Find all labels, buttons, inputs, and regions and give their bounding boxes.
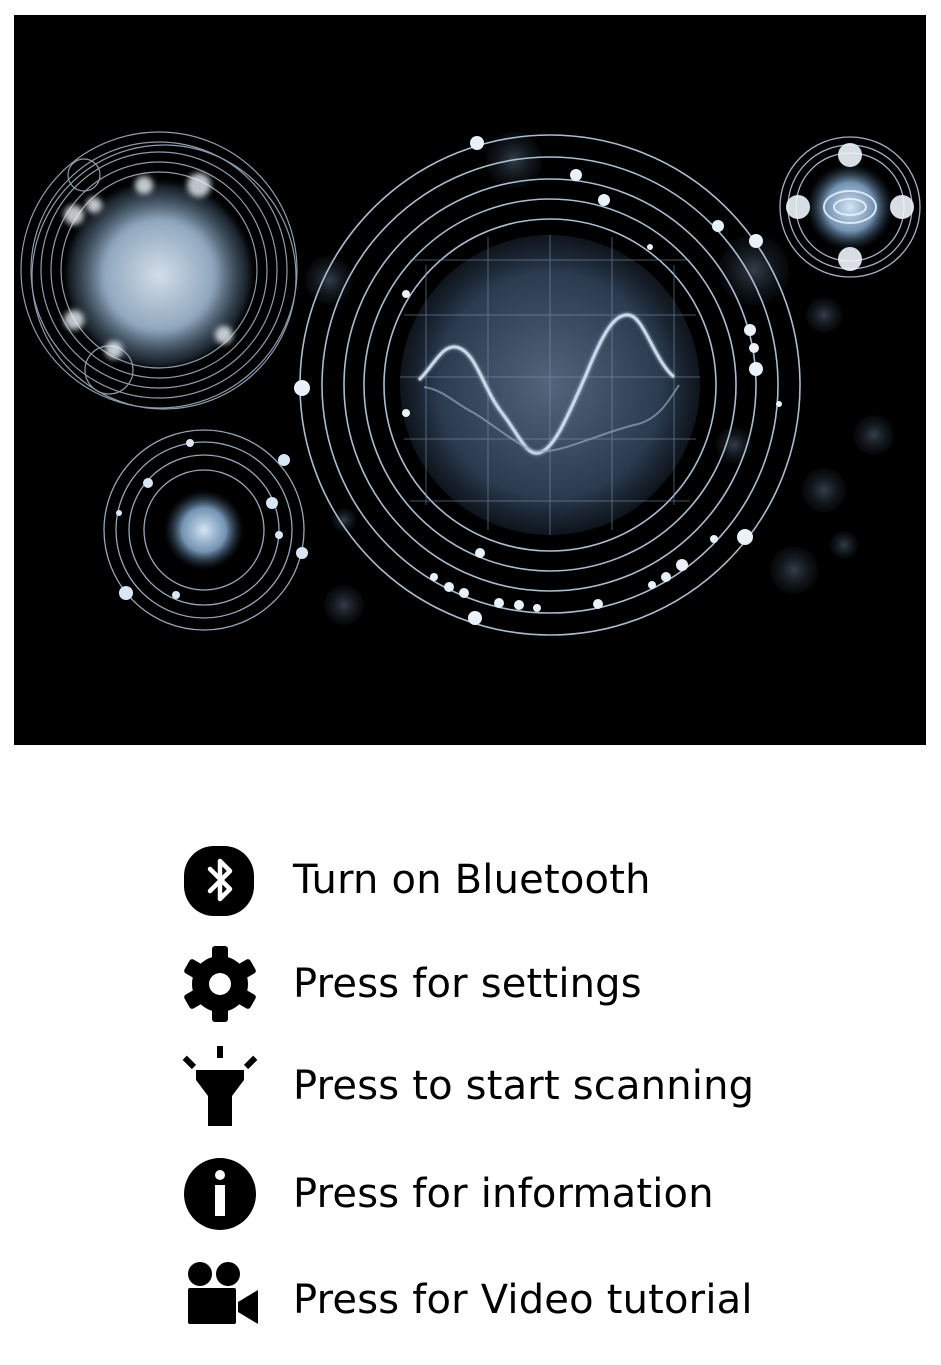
legend-label-settings: Press for settings: [293, 961, 642, 1007]
large-sphere: [20, 131, 298, 410]
small-sphere: [103, 429, 308, 631]
ornate-sphere: [779, 136, 921, 278]
hero-artwork: [20, 131, 921, 636]
legend-item-settings[interactable]: Press for settings: [180, 944, 880, 1024]
oscilloscope: [294, 134, 801, 636]
legend-item-scan[interactable]: Press to start scanning: [180, 1046, 880, 1126]
bluetooth-icon: [180, 840, 260, 920]
legend-label-video: Press for Video tutorial: [293, 1277, 753, 1323]
scanner-hero-image: [14, 15, 926, 745]
legend-label-information: Press for information: [293, 1171, 714, 1217]
flashlight-icon: [180, 1046, 260, 1126]
legend-item-bluetooth[interactable]: Turn on Bluetooth: [180, 840, 880, 920]
legend-label-bluetooth: Turn on Bluetooth: [293, 857, 651, 903]
legend-item-video[interactable]: Press for Video tutorial: [180, 1260, 880, 1340]
legend-item-information[interactable]: Press for information: [180, 1154, 880, 1234]
legend-label-scan: Press to start scanning: [293, 1063, 755, 1109]
gear-icon: [180, 944, 260, 1024]
info-icon: [180, 1154, 260, 1234]
video-camera-icon: [180, 1260, 260, 1340]
